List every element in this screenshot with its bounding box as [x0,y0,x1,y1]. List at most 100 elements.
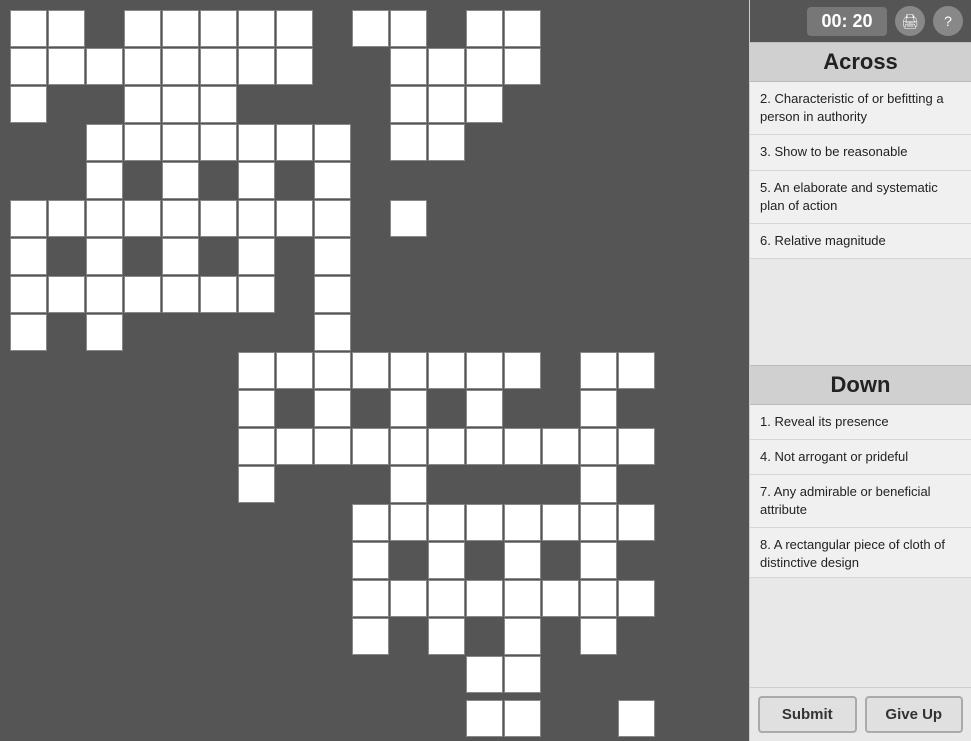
cell[interactable] [10,10,47,47]
cell[interactable] [86,162,123,199]
cell[interactable] [390,48,427,85]
cell[interactable] [314,162,351,199]
cell[interactable] [390,504,427,541]
cell[interactable] [580,580,617,617]
print-button[interactable]: 🖨 [895,6,925,36]
cell[interactable] [428,352,465,389]
cell[interactable] [238,276,275,313]
cell[interactable] [200,276,237,313]
submit-button[interactable]: Submit [758,696,857,733]
cell[interactable] [162,124,199,161]
cell[interactable] [48,200,85,237]
cell[interactable] [162,48,199,85]
cell[interactable] [618,580,655,617]
cell[interactable] [428,504,465,541]
cell[interactable] [504,618,541,655]
cell[interactable] [428,86,465,123]
cell[interactable] [276,428,313,465]
cell[interactable] [580,428,617,465]
cell[interactable] [48,48,85,85]
clue-across-5[interactable]: 5. An elaborate and systematic plan of a… [750,171,971,224]
cell[interactable] [86,124,123,161]
cell[interactable] [162,238,199,275]
cell[interactable] [10,276,47,313]
cell[interactable] [238,48,275,85]
cell[interactable] [466,428,503,465]
cell[interactable] [352,504,389,541]
cell[interactable] [48,10,85,47]
clue-across-3[interactable]: 3. Show to be reasonable [750,135,971,170]
cell[interactable] [352,428,389,465]
cell[interactable] [618,700,655,737]
clue-down-7[interactable]: 7. Any admirable or beneficial attribute [750,475,971,528]
cell[interactable] [314,200,351,237]
cell[interactable] [86,48,123,85]
cell[interactable] [314,238,351,275]
cell[interactable] [200,48,237,85]
cell[interactable] [86,200,123,237]
cell[interactable] [238,200,275,237]
cell[interactable] [466,700,503,737]
cell[interactable] [238,428,275,465]
cell[interactable] [124,124,161,161]
cell[interactable] [580,542,617,579]
cell[interactable] [124,10,161,47]
cell[interactable] [542,504,579,541]
cell[interactable] [162,276,199,313]
cell[interactable] [200,200,237,237]
cell[interactable] [124,200,161,237]
cell[interactable] [238,238,275,275]
cell[interactable] [466,390,503,427]
cell[interactable] [124,276,161,313]
cell[interactable] [10,238,47,275]
cell[interactable] [352,542,389,579]
cell[interactable] [618,504,655,541]
cell[interactable] [428,48,465,85]
cell[interactable] [580,504,617,541]
cell[interactable] [390,390,427,427]
cell[interactable] [238,10,275,47]
cell[interactable] [504,700,541,737]
cell[interactable] [428,542,465,579]
cell[interactable] [466,580,503,617]
cell[interactable] [466,656,503,693]
cell[interactable] [504,542,541,579]
clue-across-2[interactable]: 2. Characteristic of or befitting a pers… [750,82,971,135]
cell[interactable] [390,352,427,389]
cell[interactable] [390,10,427,47]
cell[interactable] [200,10,237,47]
cell[interactable] [618,352,655,389]
cell[interactable] [352,10,389,47]
cell[interactable] [162,86,199,123]
cell[interactable] [504,580,541,617]
cell[interactable] [124,86,161,123]
cell[interactable] [238,162,275,199]
crossword-grid[interactable]: .cell { width: 37px; height: 37px; } [0,0,749,741]
clue-across-6[interactable]: 6. Relative magnitude [750,224,971,259]
cell[interactable] [86,238,123,275]
cell[interactable] [10,200,47,237]
giveup-button[interactable]: Give Up [865,696,964,733]
clue-down-4[interactable]: 4. Not arrogant or prideful [750,440,971,475]
cell[interactable] [124,48,161,85]
cell[interactable] [86,314,123,351]
cell[interactable] [238,466,275,503]
cell[interactable] [352,352,389,389]
cell[interactable] [276,48,313,85]
cell[interactable] [504,504,541,541]
cell[interactable] [390,200,427,237]
cell[interactable] [428,428,465,465]
cell[interactable] [390,86,427,123]
cell[interactable] [466,352,503,389]
cell[interactable] [504,656,541,693]
cell[interactable] [238,124,275,161]
clue-down-8[interactable]: 8. A rectangular piece of cloth of disti… [750,528,971,578]
cell[interactable] [238,390,275,427]
cell[interactable] [580,352,617,389]
cell[interactable] [162,10,199,47]
cell[interactable] [10,48,47,85]
cell[interactable] [276,200,313,237]
cell[interactable] [314,276,351,313]
cell[interactable] [10,86,47,123]
cell[interactable] [352,580,389,617]
